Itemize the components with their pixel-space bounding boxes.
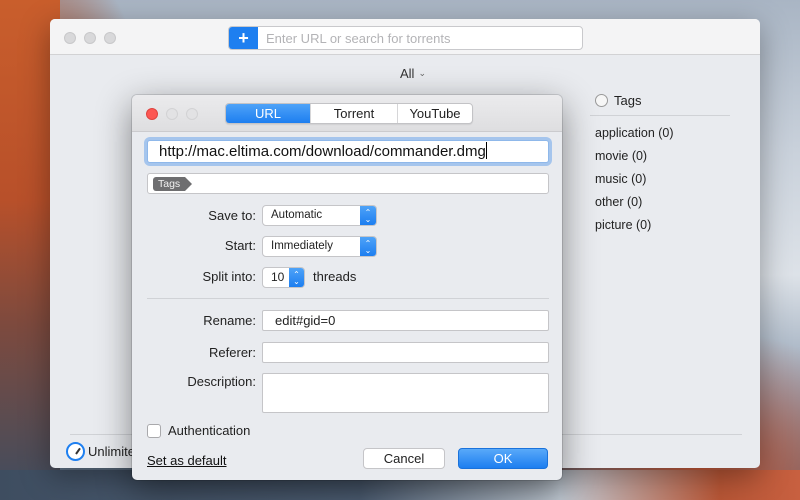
save-to-value: Automatic — [271, 209, 323, 221]
start-popup[interactable]: Immediately ⌃ ⌄ — [262, 236, 377, 257]
cancel-button[interactable]: Cancel — [363, 448, 445, 469]
tag-item-picture[interactable]: picture (0) — [595, 214, 735, 237]
zoom-button[interactable] — [104, 32, 116, 44]
search-input[interactable] — [258, 27, 582, 49]
rename-label: Rename: — [203, 313, 256, 328]
search-bar: + — [228, 26, 583, 50]
plus-icon: + — [238, 28, 249, 48]
dialog-minimize-button — [166, 108, 178, 120]
filter-dropdown[interactable]: All ⌄ — [400, 66, 426, 81]
tab-youtube[interactable]: YouTube — [398, 104, 472, 123]
gauge-icon — [66, 442, 85, 461]
tags-radio[interactable] — [595, 93, 608, 107]
set-as-default-link[interactable]: Set as default — [147, 453, 227, 468]
dialog-titlebar: URL Torrent YouTube — [132, 95, 562, 132]
tags-chip: Tags — [153, 177, 193, 191]
tags-input[interactable]: Tags — [147, 173, 549, 194]
add-download-dialog: URL Torrent YouTube http://mac.eltima.co… — [132, 95, 562, 480]
save-to-label: Save to: — [208, 208, 256, 223]
divider — [147, 298, 549, 299]
speed-limit[interactable]: Unlimited — [66, 442, 142, 461]
threads-stepper[interactable]: 10 ⌃ ⌄ — [262, 267, 305, 288]
start-value: Immediately — [271, 240, 333, 252]
rename-input[interactable]: edit#gid=0 — [262, 310, 549, 331]
tag-item-other[interactable]: other (0) — [595, 191, 735, 214]
updown-arrows-icon: ⌃ ⌄ — [360, 206, 376, 225]
referer-input[interactable] — [262, 342, 549, 363]
chevron-down-icon: ⌄ — [418, 68, 426, 78]
authentication-label: Authentication — [168, 423, 251, 438]
split-label: Split into: — [202, 269, 256, 284]
tags-header-label: Tags — [614, 92, 642, 108]
save-to-popup[interactable]: Automatic ⌃ ⌄ — [262, 205, 377, 226]
authentication-checkbox[interactable] — [147, 423, 161, 438]
main-titlebar: + — [50, 19, 760, 55]
dialog-close-button[interactable] — [146, 108, 158, 120]
tab-torrent[interactable]: Torrent — [311, 104, 398, 123]
dialog-zoom-button — [186, 108, 198, 120]
start-label: Start: — [224, 238, 256, 253]
minimize-button[interactable] — [84, 32, 96, 44]
url-input[interactable]: http://mac.eltima.com/download/commander… — [147, 140, 549, 163]
tag-item-music[interactable]: music (0) — [595, 168, 735, 191]
tags-header[interactable]: Tags — [595, 91, 735, 109]
threads-label: threads — [313, 269, 357, 284]
tab-url[interactable]: URL — [226, 104, 311, 123]
updown-arrows-icon: ⌃ ⌄ — [360, 237, 376, 256]
tag-item-movie[interactable]: movie (0) — [595, 145, 735, 168]
url-value: http://mac.eltima.com/download/commander… — [159, 143, 486, 160]
tags-panel: Tags application (0) movie (0) music (0)… — [590, 91, 735, 237]
description-label: Description: — [187, 374, 256, 389]
close-button[interactable] — [64, 32, 76, 44]
tag-item-application[interactable]: application (0) — [595, 122, 735, 145]
filter-label: All — [400, 66, 415, 81]
referer-label: Referer: — [209, 345, 256, 360]
source-tabs: URL Torrent YouTube — [225, 103, 473, 124]
ok-button[interactable]: OK — [458, 448, 548, 469]
threads-value: 10 — [271, 270, 285, 284]
text-caret — [485, 142, 487, 159]
add-button[interactable]: + — [229, 27, 258, 49]
description-textarea[interactable] — [262, 373, 549, 413]
authentication-row[interactable]: Authentication — [147, 423, 250, 438]
stepper-arrows-icon[interactable]: ⌃ ⌄ — [289, 268, 304, 287]
divider — [590, 115, 730, 116]
